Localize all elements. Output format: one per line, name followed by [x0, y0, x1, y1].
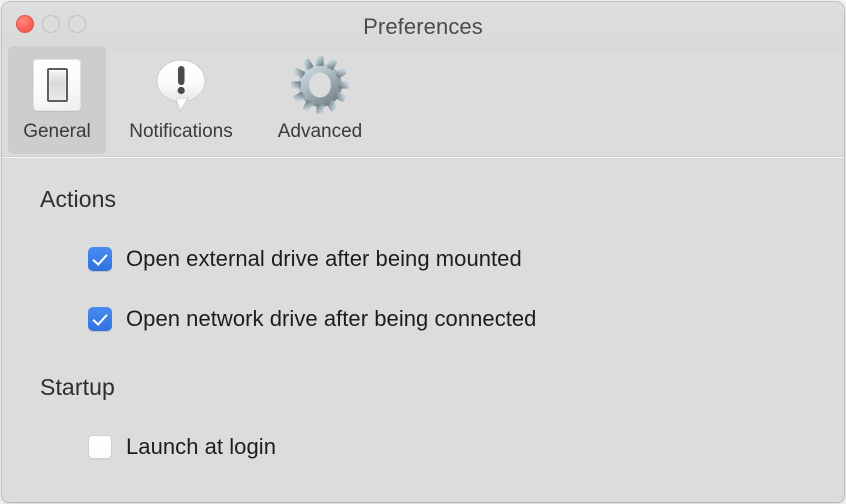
light-switch-icon — [33, 54, 81, 116]
tab-notifications[interactable]: Notifications — [106, 46, 256, 154]
preferences-toolbar: General Notifications Advanced — [2, 46, 844, 158]
preferences-window: Preferences General Notifications Advanc… — [2, 2, 844, 502]
tab-general[interactable]: General — [8, 46, 106, 154]
section-title-actions: Actions — [40, 186, 117, 212]
checkbox-row-launch-at-login[interactable]: Launch at login — [88, 434, 276, 460]
tab-advanced[interactable]: Advanced — [256, 46, 384, 154]
tab-advanced-label: Advanced — [277, 121, 363, 142]
tab-general-label: General — [23, 121, 91, 142]
checkbox-row-open-external-drive[interactable]: Open external drive after being mounted — [88, 246, 522, 272]
checkbox-label-open-network-drive: Open network drive after being connected — [126, 306, 537, 331]
checkbox-open-external-drive[interactable] — [88, 247, 112, 271]
checkbox-row-open-network-drive[interactable]: Open network drive after being connected — [88, 306, 536, 332]
speech-bubble-exclamation-icon — [150, 54, 212, 116]
preferences-content: Actions Open external drive after being … — [2, 158, 844, 502]
checkbox-label-open-external-drive: Open external drive after being mounted — [126, 246, 522, 271]
window-titlebar: Preferences — [2, 2, 844, 50]
checkbox-open-network-drive[interactable] — [88, 307, 112, 331]
gear-icon — [289, 54, 351, 116]
tab-notifications-label: Notifications — [129, 121, 233, 142]
section-title-startup: Startup — [40, 374, 115, 400]
checkbox-launch-at-login[interactable] — [88, 435, 112, 459]
window-title: Preferences — [363, 14, 483, 39]
checkbox-label-launch-at-login: Launch at login — [126, 434, 276, 459]
